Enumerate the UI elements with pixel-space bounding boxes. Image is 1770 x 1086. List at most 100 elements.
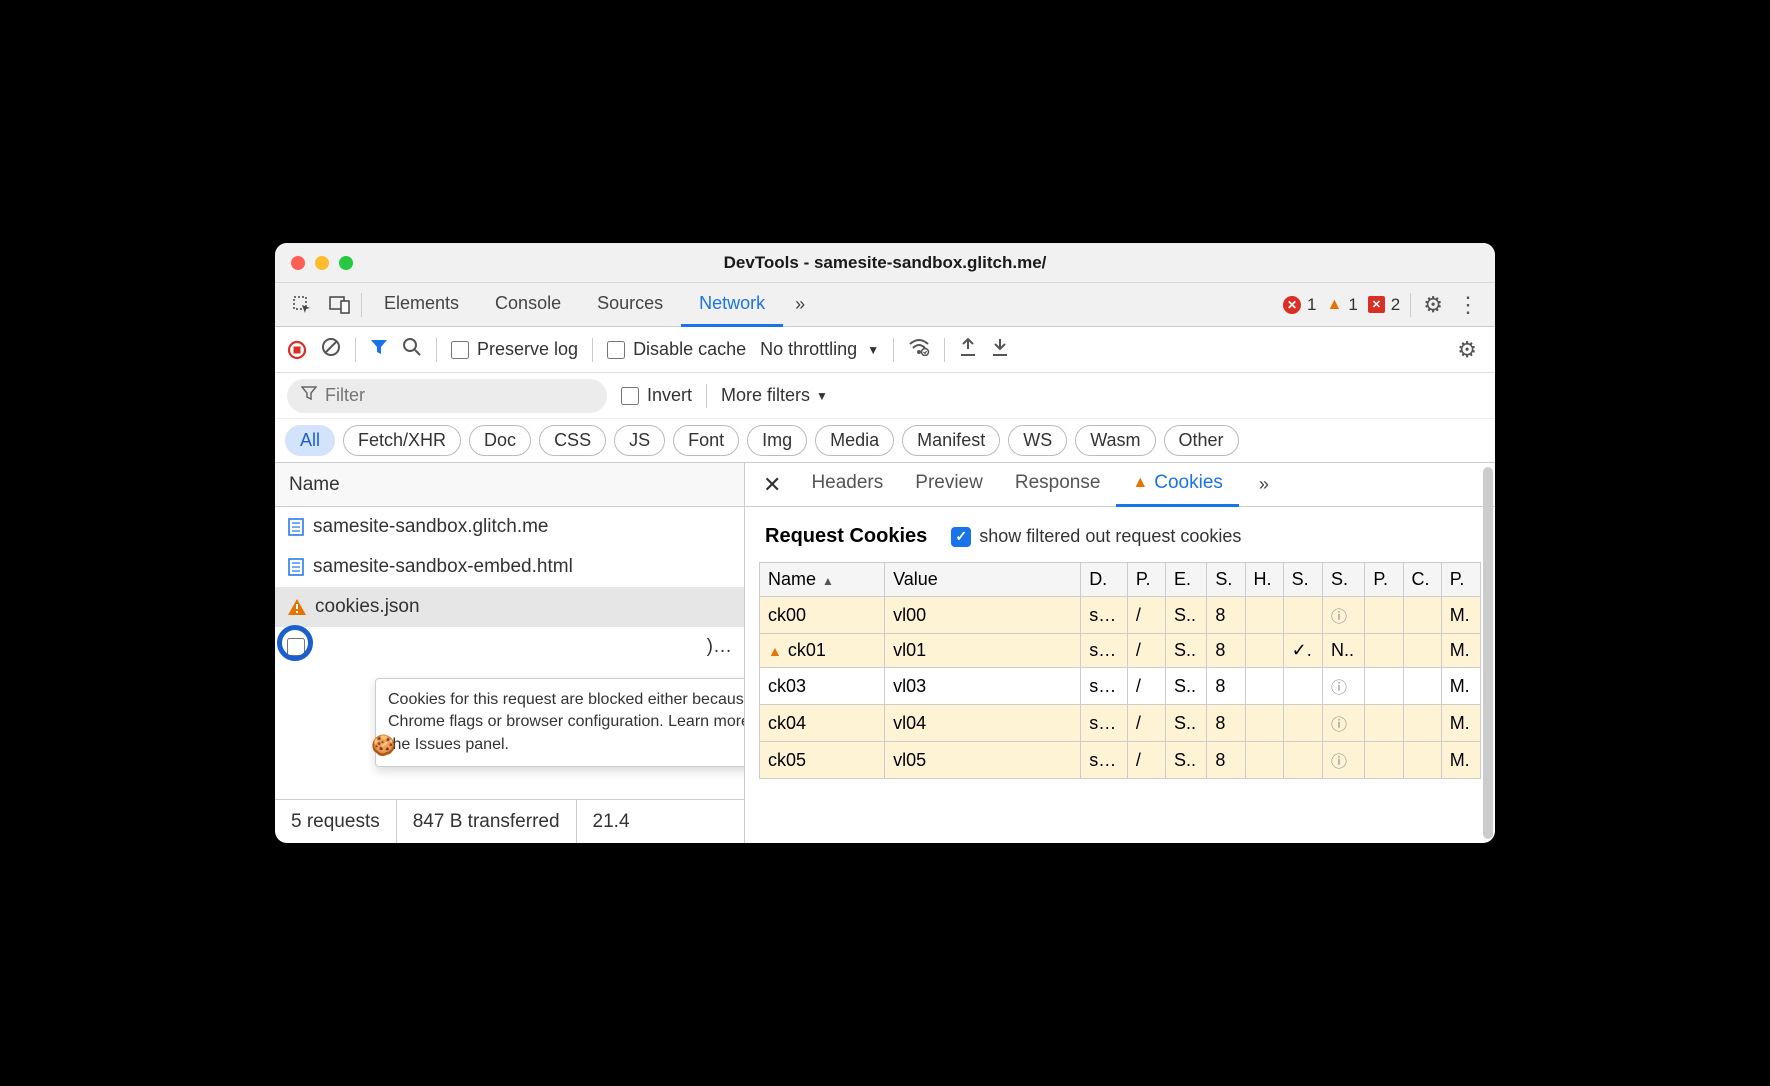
document-icon [287, 517, 305, 537]
filter-input[interactable] [325, 385, 593, 406]
cookie-col-header[interactable]: D. [1081, 563, 1128, 597]
filter-toggle-icon[interactable] [370, 338, 388, 362]
network-settings-icon[interactable]: ⚙ [1451, 337, 1483, 363]
cookie-col-header[interactable]: Value [885, 563, 1081, 597]
preserve-log-input[interactable] [451, 341, 469, 359]
cookie-cell [1283, 742, 1322, 779]
chip-img[interactable]: Img [747, 425, 807, 456]
chip-manifest[interactable]: Manifest [902, 425, 1000, 456]
divider [944, 338, 945, 362]
request-row[interactable]: samesite-sandbox-embed.html [275, 547, 744, 587]
export-har-icon[interactable] [959, 337, 977, 362]
cookie-row[interactable]: ck00vl00s…/S..8ⓘM. [760, 597, 1481, 634]
tab-elements[interactable]: Elements [366, 283, 477, 327]
divider [1410, 293, 1411, 317]
detail-tab-response[interactable]: Response [999, 463, 1117, 507]
import-har-icon[interactable] [991, 337, 1009, 362]
cookie-cell: vl04 [885, 705, 1081, 742]
errors-badge[interactable]: ✕ 1 [1283, 295, 1320, 315]
chip-fetchxhr[interactable]: Fetch/XHR [343, 425, 461, 456]
cookie-col-header[interactable]: P. [1441, 563, 1480, 597]
network-conditions-icon[interactable] [908, 338, 930, 361]
device-toolbar-icon[interactable] [323, 288, 357, 322]
network-toolbar: Preserve log Disable cache No throttling… [275, 327, 1495, 373]
inspect-element-icon[interactable] [285, 288, 319, 322]
invert-input[interactable] [621, 387, 639, 405]
cookie-row[interactable]: ck05vl05s…/S..8ⓘM. [760, 742, 1481, 779]
cookie-cell: ck04 [760, 705, 885, 742]
chip-other[interactable]: Other [1164, 425, 1239, 456]
request-row[interactable]: )… [275, 627, 744, 667]
chevron-down-icon: ▼ [867, 343, 879, 357]
cookie-col-header[interactable]: C. [1403, 563, 1441, 597]
chip-wasm[interactable]: Wasm [1075, 425, 1155, 456]
cookie-cell [1245, 597, 1283, 634]
preserve-log-checkbox[interactable]: Preserve log [451, 339, 578, 360]
cookie-cell: vl01 [885, 634, 1081, 668]
filter-input-wrap[interactable] [287, 379, 607, 413]
chip-js[interactable]: JS [614, 425, 665, 456]
cookie-cell [1245, 742, 1283, 779]
chip-font[interactable]: Font [673, 425, 739, 456]
chip-ws[interactable]: WS [1008, 425, 1067, 456]
show-filtered-checkbox[interactable]: ✓ show filtered out request cookies [951, 526, 1241, 547]
cookie-cell: ✓. [1283, 634, 1322, 668]
disable-cache-input[interactable] [607, 341, 625, 359]
clear-button[interactable] [321, 337, 341, 363]
detail-tab-preview[interactable]: Preview [899, 463, 999, 507]
more-detail-tabs-icon[interactable]: » [1251, 474, 1277, 495]
cookie-cell [1365, 597, 1403, 634]
more-menu-icon[interactable]: ⋮ [1455, 292, 1485, 318]
cookie-cell [1245, 634, 1283, 668]
minimize-window-button[interactable] [315, 256, 329, 270]
tab-sources[interactable]: Sources [579, 283, 681, 327]
scrollbar[interactable] [1483, 467, 1493, 839]
titlebar: DevTools - samesite-sandbox.glitch.me/ [275, 243, 1495, 283]
chip-css[interactable]: CSS [539, 425, 606, 456]
devtools-window: DevTools - samesite-sandbox.glitch.me/ E… [275, 243, 1495, 843]
tab-network[interactable]: Network [681, 283, 783, 327]
close-detail-icon[interactable]: ✕ [753, 472, 791, 498]
warning-icon: ▲ [1132, 474, 1148, 492]
search-icon[interactable] [402, 337, 422, 363]
blocked-cookies-tooltip: Cookies for this request are blocked eit… [375, 678, 744, 767]
more-filters-button[interactable]: More filters ▼ [721, 385, 828, 406]
record-button[interactable] [287, 340, 307, 360]
cookie-col-header[interactable]: E. [1165, 563, 1206, 597]
chip-all[interactable]: All [285, 425, 335, 456]
cookie-row[interactable]: ck03vl03s…/S..8ⓘM. [760, 668, 1481, 705]
divider [893, 338, 894, 362]
invert-checkbox[interactable]: Invert [621, 385, 692, 406]
cookie-cell: ⓘ [1322, 742, 1364, 779]
throttling-select[interactable]: No throttling ▼ [760, 339, 879, 360]
maximize-window-button[interactable] [339, 256, 353, 270]
cookie-col-header[interactable]: P. [1365, 563, 1403, 597]
close-window-button[interactable] [291, 256, 305, 270]
cookie-col-header[interactable]: S. [1283, 563, 1322, 597]
request-row[interactable]: samesite-sandbox.glitch.me [275, 507, 744, 547]
issues-badge[interactable]: ✕ 2 [1368, 295, 1404, 315]
name-column-header[interactable]: Name [275, 463, 744, 507]
chip-media[interactable]: Media [815, 425, 894, 456]
warning-icon: ▲ [768, 643, 782, 659]
cookie-col-header[interactable]: P. [1127, 563, 1165, 597]
status-transferred: 847 B transferred [397, 800, 577, 843]
tab-console[interactable]: Console [477, 283, 579, 327]
cookie-cell [1365, 742, 1403, 779]
more-tabs-chevron-icon[interactable]: » [787, 294, 813, 315]
cookie-cell: S.. [1165, 742, 1206, 779]
request-row[interactable]: cookies.json [275, 587, 744, 627]
cookie-row[interactable]: ▲ ck01vl01s…/S..8✓.N..M. [760, 634, 1481, 668]
cookie-col-header[interactable]: H. [1245, 563, 1283, 597]
detail-tab-cookies[interactable]: ▲Cookies [1116, 463, 1239, 507]
cookie-col-header[interactable]: S. [1322, 563, 1364, 597]
cookie-col-header[interactable]: S. [1207, 563, 1245, 597]
warnings-badge[interactable]: ▲ 1 [1326, 295, 1361, 315]
issue-icon: ✕ [1368, 296, 1385, 313]
settings-icon[interactable]: ⚙ [1417, 292, 1449, 318]
cookie-col-header[interactable]: Name▲ [760, 563, 885, 597]
detail-tab-headers[interactable]: Headers [795, 463, 899, 507]
cookie-row[interactable]: ck04vl04s…/S..8ⓘM. [760, 705, 1481, 742]
disable-cache-checkbox[interactable]: Disable cache [607, 339, 746, 360]
chip-doc[interactable]: Doc [469, 425, 531, 456]
